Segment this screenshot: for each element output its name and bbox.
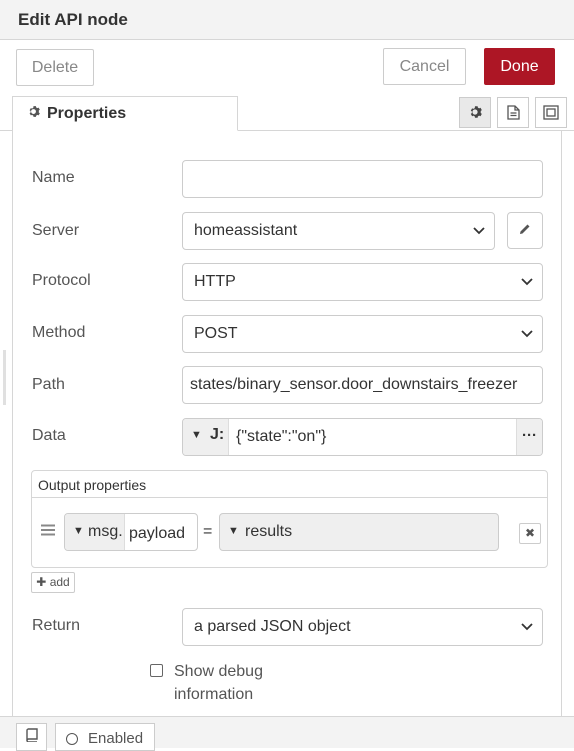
return-value: a parsed JSON object xyxy=(194,618,351,635)
server-select[interactable]: homeassistant xyxy=(182,212,495,250)
data-type-select[interactable]: ▼ J: xyxy=(183,419,229,455)
node-help-button[interactable] xyxy=(16,723,47,751)
method-value: POST xyxy=(194,325,238,342)
tab-properties[interactable]: Properties xyxy=(12,96,238,131)
name-input[interactable] xyxy=(182,160,543,198)
property-name[interactable]: payload xyxy=(129,525,185,543)
output-value: results xyxy=(245,523,293,540)
jsonata-icon: J: xyxy=(210,426,225,443)
expand-editor-button[interactable]: ··· xyxy=(516,419,542,455)
chevron-down-icon xyxy=(521,326,533,341)
gear-icon xyxy=(468,106,482,122)
return-label: Return xyxy=(32,617,81,634)
data-typed-input[interactable]: ▼ J: {"state":"on"} ··· xyxy=(182,418,543,456)
data-value[interactable]: {"state":"on"} xyxy=(236,428,326,446)
add-property-button[interactable]: ✚ add xyxy=(31,572,75,593)
output-properties: Output properties ▼ msg. payload = ▼ res… xyxy=(31,470,548,568)
resize-handle[interactable] xyxy=(3,350,6,405)
circle-icon xyxy=(66,733,78,745)
name-label: Name xyxy=(32,169,75,186)
document-icon xyxy=(506,105,520,123)
cancel-button[interactable]: Cancel xyxy=(383,48,466,85)
drag-handle-icon[interactable] xyxy=(40,523,56,541)
chevron-down-icon xyxy=(521,619,533,634)
close-icon: ✖ xyxy=(524,526,536,540)
protocol-value: HTTP xyxy=(194,273,236,290)
caret-down-icon: ▼ xyxy=(228,525,239,537)
tab-properties-label: Properties xyxy=(47,105,127,122)
gear-icon xyxy=(27,105,41,123)
add-label: add xyxy=(49,575,70,589)
return-select[interactable]: a parsed JSON object xyxy=(182,608,543,646)
method-select[interactable]: POST xyxy=(182,315,543,353)
book-icon xyxy=(25,728,38,745)
tab-description[interactable] xyxy=(497,97,529,128)
output-value-select[interactable]: ▼ results xyxy=(219,513,499,551)
protocol-label: Protocol xyxy=(32,272,91,289)
enabled-toggle[interactable]: Enabled xyxy=(55,723,155,751)
path-input[interactable]: states/binary_sensor.door_downstairs_fre… xyxy=(182,366,543,404)
enabled-label: Enabled xyxy=(88,730,144,747)
show-debug-checkbox[interactable] xyxy=(150,664,163,677)
output-property-input[interactable]: ▼ msg. payload xyxy=(64,513,198,551)
plus-icon: ✚ xyxy=(36,575,47,589)
dialog-header: Edit API node xyxy=(0,0,574,40)
msg-prefix: msg. xyxy=(88,523,123,540)
chevron-down-icon xyxy=(521,274,533,289)
pencil-icon xyxy=(519,222,531,239)
path-label: Path xyxy=(32,376,65,393)
done-button[interactable]: Done xyxy=(484,48,555,85)
server-value: homeassistant xyxy=(194,222,298,239)
dialog-title: Edit API node xyxy=(18,10,128,29)
tab-settings[interactable] xyxy=(459,97,491,128)
caret-down-icon: ▼ xyxy=(191,429,202,441)
appearance-icon xyxy=(543,105,559,123)
chevron-down-icon xyxy=(473,223,485,238)
delete-button[interactable]: Delete xyxy=(16,49,94,86)
caret-down-icon: ▼ xyxy=(73,525,84,537)
edit-server-button[interactable] xyxy=(507,212,543,249)
equals-operator: = xyxy=(203,523,213,540)
msg-type-select[interactable]: ▼ msg. xyxy=(65,514,125,550)
method-label: Method xyxy=(32,324,86,341)
tab-appearance[interactable] xyxy=(535,97,567,128)
protocol-select[interactable]: HTTP xyxy=(182,263,543,301)
ellipsis-icon: ··· xyxy=(522,427,537,444)
show-debug-label[interactable]: Show debug information xyxy=(174,660,294,706)
dialog-footer: Enabled xyxy=(0,716,574,751)
remove-row-button[interactable]: ✖ xyxy=(519,523,541,544)
data-label: Data xyxy=(32,427,66,444)
output-properties-header: Output properties xyxy=(32,471,547,498)
server-label: Server xyxy=(32,222,80,239)
